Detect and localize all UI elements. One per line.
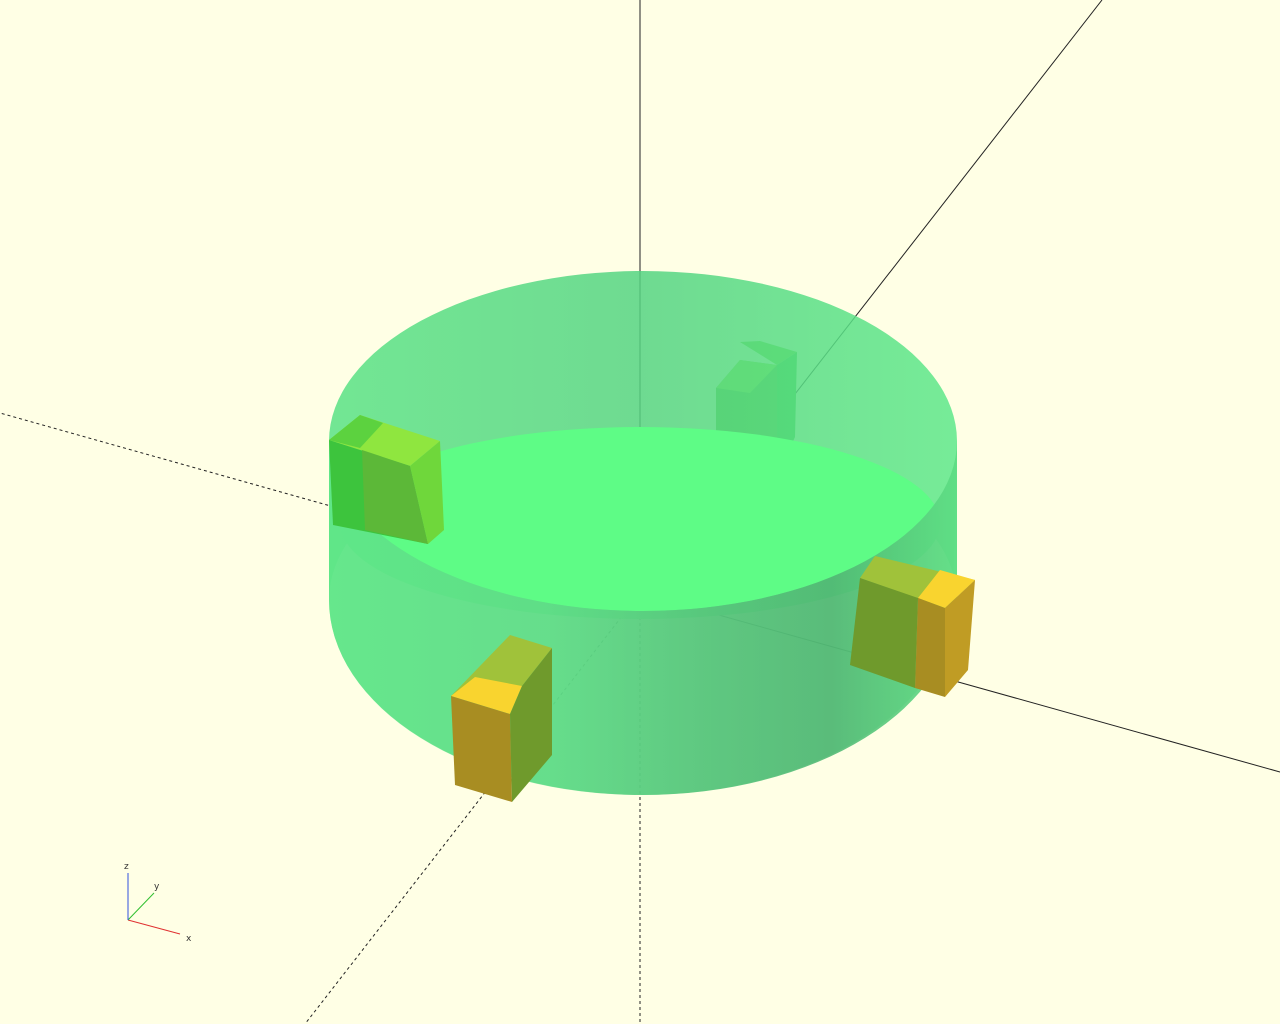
gizmo-x-axis bbox=[127, 919, 181, 935]
box-right-front-yellow bbox=[915, 598, 945, 697]
gizmo-y-label: y bbox=[154, 882, 160, 892]
box-front-face bbox=[451, 696, 512, 802]
gizmo-x-label: x bbox=[186, 934, 192, 944]
gizmo-z-label: z bbox=[124, 862, 129, 872]
gizmo-y-axis bbox=[127, 892, 155, 921]
scene-canvas[interactable]: x y z bbox=[0, 0, 1280, 1024]
axes-gizmo: x y z bbox=[124, 862, 192, 944]
3d-viewport[interactable]: x y z bbox=[0, 0, 1280, 1024]
